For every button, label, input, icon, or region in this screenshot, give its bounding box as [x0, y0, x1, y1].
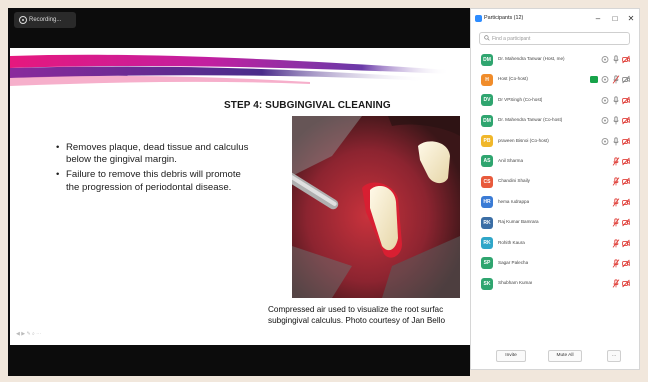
- participant-row[interactable]: SP Sagar Palecha: [471, 254, 639, 274]
- recording-label: Recording...: [29, 17, 62, 23]
- more-button[interactable]: ...: [607, 350, 621, 362]
- avatar: RK: [481, 216, 493, 229]
- recording-indicator[interactable]: Recording...: [14, 12, 76, 28]
- microphone-icon[interactable]: [612, 96, 620, 105]
- participant-name: Dr. Mahendra Tanwar (Co-host): [498, 117, 563, 123]
- chat-badge-icon: [590, 76, 598, 84]
- participant-name: hema rudrappa: [498, 198, 530, 204]
- participant-row[interactable]: SK Shubham Kumar: [471, 274, 639, 294]
- panel-title: Participants (12): [484, 15, 524, 21]
- participant-search[interactable]: [479, 32, 630, 45]
- muted-microphone-icon[interactable]: [612, 218, 620, 227]
- slide-nav-controls[interactable]: ◀ ▶ ✎ ⌕ ⋯: [16, 331, 41, 337]
- participant-row[interactable]: AS Anil Sharma: [471, 152, 639, 172]
- participant-name: Sagar Palecha: [498, 259, 529, 265]
- search-icon: [484, 35, 490, 41]
- participant-name: praveen Bisnoi (Co-host): [498, 137, 549, 143]
- avatar: DM: [481, 114, 493, 127]
- participant-name: Host (Co-host): [498, 76, 528, 82]
- muted-microphone-icon[interactable]: [612, 279, 620, 288]
- avatar: H: [481, 73, 493, 86]
- share-status-icon: [601, 76, 609, 84]
- video-off-icon[interactable]: [622, 177, 630, 186]
- muted-microphone-icon[interactable]: [612, 177, 620, 187]
- muted-microphone-icon[interactable]: [612, 198, 620, 207]
- participant-row[interactable]: RK Rohith Kaura: [471, 234, 639, 254]
- invite-button[interactable]: Invite: [496, 350, 526, 362]
- participant-name: Dr. Mahendra Tanwar (Host, me): [498, 56, 565, 61]
- participants-panel: Participants (12) – □ ✕ DM Dr. Mahendra T…: [470, 8, 640, 370]
- avatar: CS: [481, 175, 493, 188]
- avatar: DV: [481, 94, 493, 107]
- slide-header-swoosh: [10, 54, 450, 86]
- avatar: DM: [481, 53, 493, 66]
- avatar: SK: [481, 277, 493, 290]
- video-off-icon[interactable]: [622, 137, 630, 146]
- participant-name: Shubham Kumar: [498, 280, 533, 286]
- participant-name: Chandini Shaily: [498, 178, 530, 184]
- participant-row[interactable]: H Host (Co-host): [471, 70, 639, 90]
- participant-row[interactable]: DM Dr. Mahendra Tanwar (Host, me): [471, 50, 639, 70]
- muted-microphone-icon[interactable]: [612, 157, 620, 166]
- panel-footer: Invite Mute All ...: [471, 347, 639, 365]
- participant-row[interactable]: PB praveen Bisnoi (Co-host): [471, 132, 639, 152]
- share-status-icon: [601, 117, 609, 125]
- participant-row[interactable]: HR hema rudrappa: [471, 193, 639, 213]
- panel-titlebar: Participants (12) – □ ✕: [471, 9, 639, 29]
- recording-icon: [19, 16, 27, 24]
- participant-name: Anil Sharma: [498, 157, 524, 163]
- participant-row[interactable]: CS Chandini Shaily: [471, 172, 639, 192]
- video-off-icon[interactable]: [622, 259, 630, 268]
- slide-bullet: Failure to remove this debris will promo…: [56, 169, 252, 193]
- avatar: HR: [481, 196, 493, 209]
- meeting-view: Recording... STEP 4: SUBGINGIVAL CLEANIN…: [8, 8, 470, 376]
- minimize-button[interactable]: –: [591, 12, 605, 26]
- close-button[interactable]: ✕: [624, 12, 638, 26]
- maximize-button[interactable]: □: [608, 12, 622, 26]
- avatar: RK: [481, 237, 493, 250]
- microphone-icon[interactable]: [612, 75, 620, 85]
- search-input[interactable]: [492, 34, 622, 43]
- video-off-icon[interactable]: [622, 96, 630, 105]
- video-off-icon[interactable]: [622, 157, 630, 166]
- share-status-icon: [601, 137, 609, 145]
- share-status-icon: [601, 56, 609, 63]
- caption-line: subgingival calculus. Photo courtesy of …: [268, 315, 446, 325]
- avatar: SP: [481, 257, 493, 270]
- zoom-app-icon: [475, 15, 482, 22]
- video-off-icon[interactable]: [622, 116, 630, 125]
- participant-row[interactable]: DM Dr. Mahendra Tanwar (Co-host): [471, 111, 639, 131]
- avatar: PB: [481, 135, 493, 148]
- participant-name: Rohith Kaura: [498, 239, 525, 245]
- shared-slide: STEP 4: SUBGINGIVAL CLEANING Removes pla…: [10, 48, 470, 345]
- video-off-icon[interactable]: [622, 218, 630, 227]
- microphone-icon[interactable]: [612, 116, 620, 125]
- participant-row[interactable]: DV Dr VPSingh (Co-host): [471, 91, 639, 111]
- participant-list: DM Dr. Mahendra Tanwar (Host, me) H Host (C…: [471, 50, 639, 295]
- muted-microphone-icon[interactable]: [612, 238, 620, 248]
- share-status-icon: [601, 96, 609, 104]
- microphone-icon[interactable]: [612, 136, 620, 146]
- photo-caption: Compressed air used to visualize the roo…: [268, 305, 470, 327]
- participant-name: Dr VPSingh (Co-host): [498, 96, 543, 102]
- microphone-icon[interactable]: [612, 55, 620, 64]
- avatar: AS: [481, 155, 493, 168]
- participant-row[interactable]: RK Raj Kumar Bamrara: [471, 213, 639, 233]
- caption-line: Compressed air used to visualize the roo…: [268, 305, 444, 314]
- participant-name: Raj Kumar Bamrara: [498, 219, 539, 225]
- video-off-icon[interactable]: [622, 198, 630, 207]
- video-off-icon[interactable]: [622, 55, 630, 64]
- video-off-icon[interactable]: [622, 239, 630, 248]
- video-off-icon[interactable]: [622, 75, 630, 84]
- muted-microphone-icon[interactable]: [612, 259, 620, 268]
- slide-bullets: Removes plaque, dead tissue and calculus…: [56, 142, 252, 197]
- mute-all-button[interactable]: Mute All: [548, 350, 582, 362]
- slide-bullet: Removes plaque, dead tissue and calculus…: [56, 142, 252, 166]
- slide-title: STEP 4: SUBGINGIVAL CLEANING: [224, 100, 391, 111]
- video-off-icon[interactable]: [622, 279, 630, 288]
- dental-photo: [292, 116, 460, 298]
